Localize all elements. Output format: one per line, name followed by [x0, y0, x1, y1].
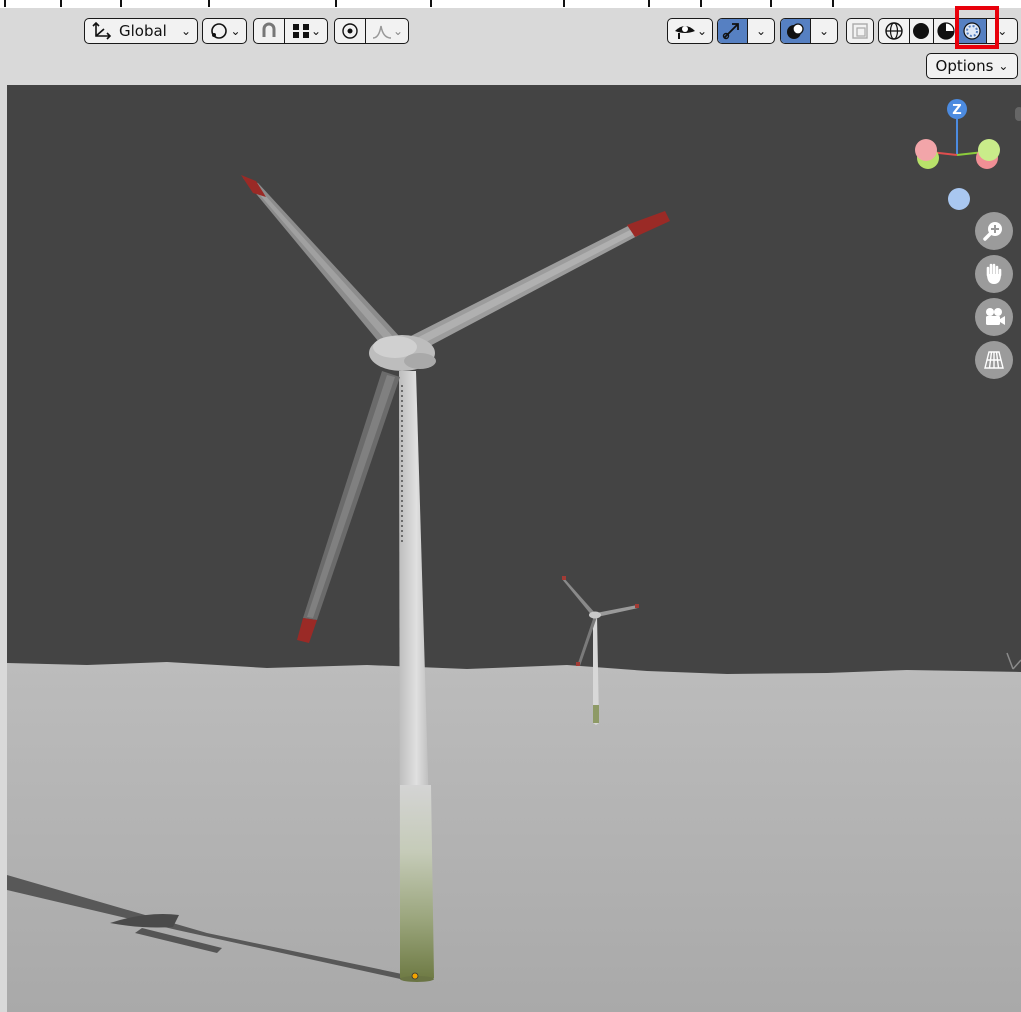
- snapping-group: ⌄: [253, 18, 328, 44]
- overlays-icon: [784, 21, 806, 41]
- perspective-grid-icon: [981, 347, 1007, 373]
- camera-view-icon: [981, 304, 1007, 330]
- object-visibility-icon: [673, 21, 697, 41]
- ruler-tick: [120, 0, 122, 7]
- scene-render: Z: [7, 85, 1021, 1012]
- transform-orientation-icon: [91, 21, 113, 41]
- gizmo-dropdown[interactable]: ⌄: [746, 19, 774, 43]
- gizmo-icon: [721, 21, 743, 41]
- ruler-tick: [208, 0, 210, 7]
- ruler-tick: [832, 0, 834, 7]
- snap-target-dropdown[interactable]: ⌄: [284, 19, 327, 43]
- object-visibility-dropdown[interactable]: ⌄: [667, 18, 713, 44]
- material-preview-icon: [936, 21, 956, 41]
- solid-shading-button[interactable]: [908, 19, 934, 43]
- ruler-tick: [563, 0, 565, 7]
- ruler-tick: [60, 0, 62, 7]
- wireframe-shading-icon: [884, 21, 904, 41]
- xray-toggle-button[interactable]: [846, 18, 874, 44]
- perspective-toggle-button[interactable]: [975, 341, 1013, 379]
- overlays-dropdown[interactable]: ⌄: [809, 19, 837, 43]
- chevron-down-icon: ⌄: [393, 24, 404, 38]
- options-dropdown[interactable]: Options ⌄: [926, 53, 1018, 79]
- proportional-editing-icon: [340, 21, 360, 41]
- camera-view-button[interactable]: [975, 298, 1013, 336]
- falloff-dropdown[interactable]: ⌄: [365, 19, 408, 43]
- options-label: Options: [935, 57, 994, 75]
- wireframe-shading-button[interactable]: [879, 19, 909, 43]
- chevron-down-icon: ⌄: [180, 24, 191, 38]
- pan-hand-icon: [981, 261, 1007, 287]
- chevron-down-icon: ⌄: [998, 59, 1009, 73]
- chevron-down-icon: ⌄: [818, 24, 829, 38]
- proportional-editing-group: ⌄: [334, 18, 409, 44]
- solid-shading-icon: [911, 21, 931, 41]
- region-toggle-arrow[interactable]: [1015, 107, 1021, 121]
- transform-orientation-dropdown[interactable]: Global ⌄: [84, 18, 198, 44]
- tower-base: [400, 785, 434, 978]
- pivot-point-icon: [208, 21, 230, 41]
- ruler-tick: [430, 0, 432, 7]
- 3d-viewport[interactable]: Z: [7, 85, 1021, 1012]
- chevron-down-icon: ⌄: [230, 24, 241, 38]
- proportional-editing-toggle[interactable]: [335, 19, 365, 43]
- blender-3d-viewport-window: Global ⌄ ⌄ ⌄ ⌄ ⌄ ⌄ ⌄ ⌄ Options ⌄ Z: [0, 0, 1021, 1012]
- gizmo-z-label: Z: [952, 103, 961, 118]
- terrain-ground: [7, 662, 1021, 1012]
- ruler-tick: [335, 0, 337, 7]
- zoom-icon: [981, 218, 1007, 244]
- ruler-tick: [648, 0, 650, 7]
- material-preview-button[interactable]: [933, 19, 957, 43]
- xray-icon: [850, 21, 870, 41]
- chevron-down-icon: ⌄: [755, 24, 766, 38]
- gizmo-x-axis[interactable]: [915, 139, 937, 161]
- zoom-button[interactable]: [975, 212, 1013, 250]
- highlight-box: [955, 6, 999, 49]
- gizmo-y-axis[interactable]: [978, 139, 1000, 161]
- chevron-down-icon: ⌄: [696, 24, 708, 38]
- ruler-tick: [4, 0, 6, 7]
- chevron-down-icon: ⌄: [311, 24, 322, 38]
- gizmo-negative-z-axis[interactable]: [948, 188, 970, 210]
- viewport-header: Global ⌄ ⌄ ⌄ ⌄ ⌄ ⌄ ⌄ ⌄ Options ⌄: [0, 8, 1021, 85]
- object-origin-dot: [411, 972, 419, 980]
- snap-toggle-button[interactable]: [254, 19, 284, 43]
- gizmo-toggle-button[interactable]: [718, 19, 747, 43]
- overlays-group: ⌄: [780, 18, 838, 44]
- overlays-toggle-button[interactable]: [781, 19, 810, 43]
- snap-magnet-icon: [258, 21, 280, 41]
- transform-orientation-label: Global: [119, 22, 167, 40]
- falloff-curve-icon: [371, 22, 393, 40]
- ruler-tick: [700, 0, 702, 7]
- pivot-point-dropdown[interactable]: ⌄: [202, 18, 247, 44]
- snap-increment-icon: [291, 22, 311, 40]
- pan-button[interactable]: [975, 255, 1013, 293]
- gizmo-group: ⌄: [717, 18, 775, 44]
- ruler-tick: [770, 0, 772, 7]
